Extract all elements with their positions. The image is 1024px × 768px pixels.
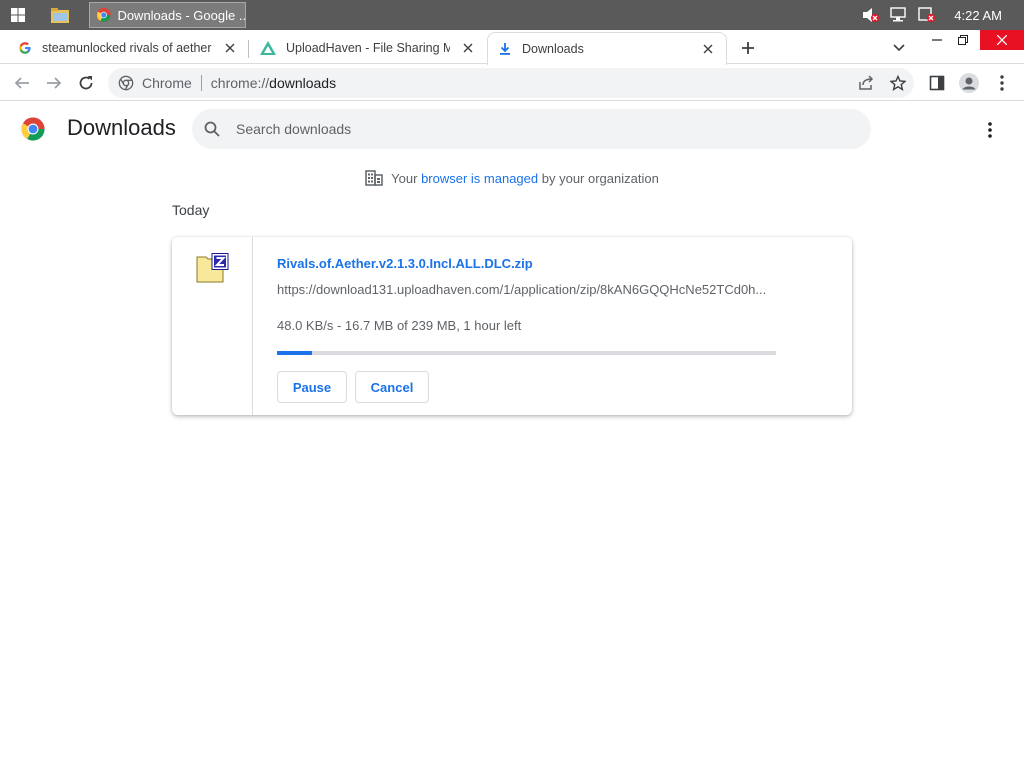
download-file-name-link[interactable]: Rivals.of.Aether.v2.1.3.0.Incl.ALL.DLC.z… xyxy=(277,256,533,271)
tab-title: Downloads xyxy=(522,42,584,56)
uploadhaven-icon xyxy=(260,41,276,55)
managed-notice: Your browser is managed by your organiza… xyxy=(0,170,1024,186)
reload-icon xyxy=(79,76,93,90)
chrome-icon xyxy=(96,7,111,23)
chrome-site-icon xyxy=(118,75,134,91)
managed-suffix: by your organization xyxy=(541,170,659,186)
profile-button[interactable] xyxy=(957,71,981,95)
share-button[interactable] xyxy=(854,71,878,95)
tab-close-icon[interactable] xyxy=(460,40,476,56)
close-window-button[interactable] xyxy=(980,30,1024,50)
network-icon[interactable] xyxy=(890,7,908,23)
address-url: chrome://downloads xyxy=(211,75,336,91)
download-progress-bar xyxy=(277,351,776,355)
chrome-tab-strip: steamunlocked rivals of aether - UploadH… xyxy=(0,30,1024,65)
bookmark-button[interactable] xyxy=(886,71,910,95)
notification-error-icon[interactable] xyxy=(918,7,936,23)
volume-muted-icon[interactable] xyxy=(862,7,880,23)
search-icon xyxy=(204,121,220,137)
download-progress-fill xyxy=(277,351,312,355)
forward-arrow-icon xyxy=(47,77,62,89)
managed-text: Your browser is managed by your organiza… xyxy=(391,171,659,186)
plus-icon xyxy=(742,42,754,54)
star-icon xyxy=(890,75,906,91)
search-downloads-input[interactable] xyxy=(236,121,796,137)
reload-button[interactable] xyxy=(74,71,98,95)
file-explorer-taskbar-button[interactable] xyxy=(36,0,84,30)
managed-prefix: Your xyxy=(391,170,418,186)
forward-button[interactable] xyxy=(42,71,66,95)
download-item-card: Rivals.of.Aether.v2.1.3.0.Incl.ALL.DLC.z… xyxy=(172,237,852,415)
back-arrow-icon xyxy=(14,77,29,89)
share-icon xyxy=(859,75,874,90)
tab-separator xyxy=(248,40,249,58)
date-section-header: Today xyxy=(172,202,210,218)
tab-title: steamunlocked rivals of aether - xyxy=(42,41,212,55)
address-divider xyxy=(200,75,202,91)
new-tab-button[interactable] xyxy=(736,36,760,60)
tab-uploadhaven[interactable]: UploadHaven - File Sharing Mad xyxy=(250,32,486,64)
download-icon-column xyxy=(172,237,253,415)
restore-button[interactable] xyxy=(950,30,976,50)
tab-steamunlocked[interactable]: steamunlocked rivals of aether - xyxy=(8,32,248,64)
chrome-toolbar: Chrome chrome://downloads xyxy=(0,65,1024,101)
address-actions xyxy=(854,71,910,95)
tab-close-icon[interactable] xyxy=(222,40,238,56)
chrome-logo-icon xyxy=(21,117,45,141)
windows-taskbar: Downloads - Google ... 4:22 AM xyxy=(0,0,1024,30)
tab-search-button[interactable] xyxy=(888,38,910,58)
address-chip: Chrome xyxy=(142,75,192,91)
browser-managed-link[interactable]: browser is managed xyxy=(421,171,538,186)
taskbar-task-label: Downloads - Google ... xyxy=(117,7,245,23)
side-panel-icon xyxy=(929,75,945,91)
minimize-icon xyxy=(932,39,942,41)
cancel-button[interactable]: Cancel xyxy=(355,371,429,403)
zip-file-icon xyxy=(196,253,229,283)
avatar-icon xyxy=(959,73,979,93)
chrome-taskbar-button[interactable]: Downloads - Google ... xyxy=(89,2,246,28)
pause-button[interactable]: Pause xyxy=(277,371,347,403)
download-arrow-icon xyxy=(500,43,510,55)
address-bar[interactable]: Chrome chrome://downloads xyxy=(108,68,914,98)
minimize-button[interactable] xyxy=(924,30,950,50)
building-icon xyxy=(365,170,383,186)
side-panel-button[interactable] xyxy=(925,71,949,95)
search-downloads-box[interactable] xyxy=(192,109,871,149)
google-g-icon xyxy=(19,42,31,54)
download-status-text: 48.0 KB/s - 16.7 MB of 239 MB, 1 hour le… xyxy=(277,318,522,333)
windows-start-button[interactable] xyxy=(0,0,36,30)
restore-icon xyxy=(958,35,968,45)
windows-logo-icon xyxy=(11,8,25,22)
url-scheme: chrome:// xyxy=(210,75,270,91)
kebab-menu-icon xyxy=(988,122,992,138)
chrome-menu-button[interactable] xyxy=(990,71,1014,95)
kebab-menu-icon xyxy=(1000,75,1004,91)
close-icon xyxy=(997,35,1007,45)
chevron-down-icon xyxy=(893,44,905,52)
tab-title: UploadHaven - File Sharing Mad xyxy=(286,41,450,55)
system-tray: 4:22 AM xyxy=(862,0,1024,30)
folder-icon xyxy=(51,7,69,23)
url-host: downloads xyxy=(269,75,337,91)
downloads-header: Downloads xyxy=(0,102,1024,158)
back-button[interactable] xyxy=(10,71,34,95)
tab-downloads[interactable]: Downloads xyxy=(487,32,727,65)
downloads-more-actions-button[interactable] xyxy=(978,118,1002,142)
download-source-url: https://download131.uploadhaven.com/1/ap… xyxy=(277,282,767,297)
tab-close-icon[interactable] xyxy=(700,41,716,57)
taskbar-clock[interactable]: 4:22 AM xyxy=(954,8,1002,23)
page-title: Downloads xyxy=(67,115,176,140)
